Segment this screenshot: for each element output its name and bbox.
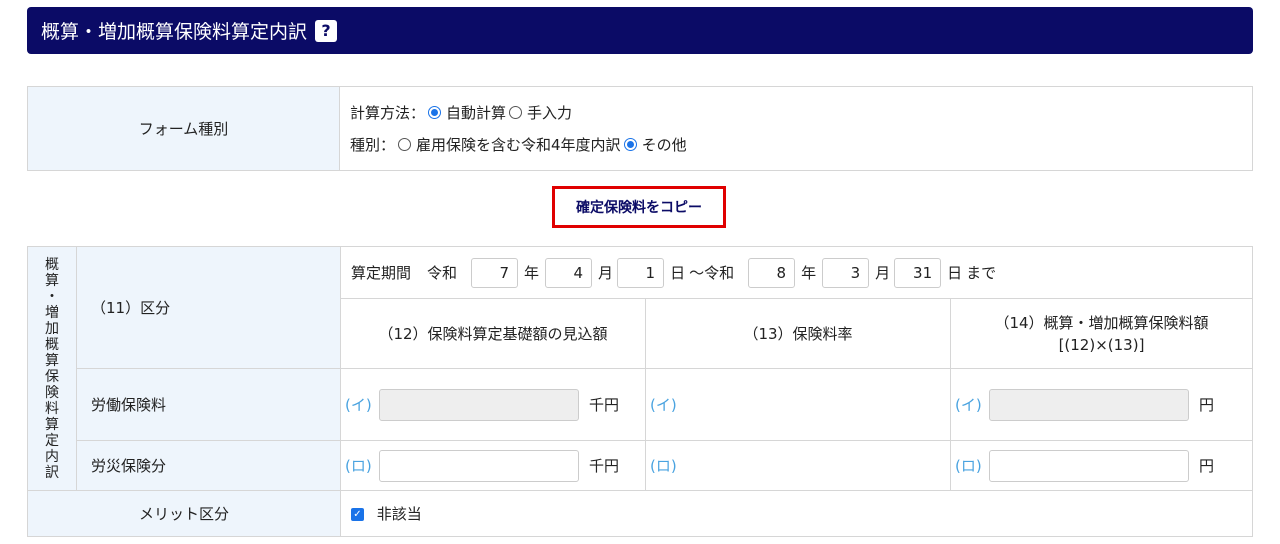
mark-ro: (ロ) [650, 457, 677, 475]
accident-base-cell: (ロ) 千円 [340, 440, 646, 491]
type-other-radio[interactable] [623, 138, 637, 151]
start-year-input[interactable]: 7 [471, 257, 519, 288]
accident-amount-cell: (ロ) 円 [950, 440, 1253, 491]
mark-ro: (ロ) [955, 457, 982, 475]
section-header: 概算・増加概算保険料算定内訳 ? [27, 7, 1253, 54]
day-unit: 日 [947, 264, 963, 282]
accident-premium-label: 労災保険分 [76, 440, 341, 491]
merit-table: メリット区分 ✓ 非該当 [27, 490, 1253, 537]
help-icon[interactable]: ? [315, 19, 338, 42]
end-year-input[interactable]: 8 [748, 257, 796, 288]
auto-calc-label[interactable]: 自動計算 [446, 102, 506, 123]
mark-ro: (ロ) [345, 457, 372, 475]
start-day-input[interactable]: 1 [617, 257, 665, 288]
col12-header: （12）保険料算定基礎額の見込額 [340, 298, 646, 369]
labor-rate-cell: (イ) [645, 368, 951, 441]
calc-method-label: 計算方法： [350, 104, 426, 122]
month-unit: 月 [875, 264, 891, 282]
accident-amount-input[interactable] [989, 449, 1189, 482]
not-applicable-checkbox[interactable]: ✓ [351, 508, 364, 521]
form-type-label: フォーム種別 [27, 86, 340, 171]
labor-amount-cell: (イ) 円 [950, 368, 1253, 441]
breakdown-vertical-label: 概 算 ・ 増 加 概 算 保 険 料 算 定 内 訳 [27, 246, 77, 491]
period-until: まで [966, 264, 997, 282]
period-separator: ～令和 [689, 264, 735, 282]
form-type-options: 計算方法： 自動計算 手入力 種別： 雇用保険を含む令和4年度内訳 その他 [339, 86, 1253, 171]
breakdown-table: 概 算 ・ 増 加 概 算 保 険 料 算 定 内 訳 （11）区分 算定期間 … [27, 246, 1253, 491]
labor-amount-input[interactable] [989, 388, 1189, 421]
type-other-label[interactable]: その他 [642, 134, 687, 155]
mark-i: (イ) [650, 396, 677, 414]
accident-base-input[interactable] [379, 449, 579, 482]
end-day-input[interactable]: 31 [894, 257, 942, 288]
end-month-input[interactable]: 3 [822, 257, 870, 288]
not-applicable-label[interactable]: 非該当 [377, 505, 422, 523]
start-month-input[interactable]: 4 [545, 257, 593, 288]
labor-base-input[interactable] [379, 388, 579, 421]
merit-options: ✓ 非該当 [340, 490, 1253, 537]
division-label: （11）区分 [76, 246, 341, 369]
unit-yen: 円 [1199, 457, 1215, 475]
manual-input-label[interactable]: 手入力 [527, 102, 572, 123]
era-label: 令和 [427, 264, 458, 282]
labor-base-cell: (イ) 千円 [340, 368, 646, 441]
copy-confirmed-premium-button[interactable]: 確定保険料をコピー [552, 186, 726, 228]
mark-i: (イ) [955, 396, 982, 414]
type-row: 種別： 雇用保険を含む令和4年度内訳 その他 [350, 133, 1252, 157]
auto-calc-radio[interactable] [428, 106, 442, 119]
month-unit: 月 [598, 264, 614, 282]
year-unit: 年 [524, 264, 540, 282]
unit-yen: 円 [1199, 396, 1215, 414]
type-label: 種別： [350, 136, 396, 154]
type-r4-label[interactable]: 雇用保険を含む令和4年度内訳 [416, 134, 621, 155]
accident-rate-cell: (ロ) [645, 440, 951, 491]
unit-thousand-yen: 千円 [589, 396, 620, 414]
form-type-table: フォーム種別 計算方法： 自動計算 手入力 種別： 雇用保険を含む令和4年度内訳… [27, 86, 1253, 171]
day-unit: 日 [670, 264, 686, 282]
year-unit: 年 [801, 264, 817, 282]
mark-i: (イ) [345, 396, 372, 414]
col14-header: （14）概算・増加概算保険料額 [(12)×(13)] [950, 298, 1253, 369]
unit-thousand-yen: 千円 [589, 457, 620, 475]
period-label: 算定期間 [351, 264, 412, 282]
manual-input-radio[interactable] [509, 106, 523, 119]
section-title: 概算・増加概算保険料算定内訳 [41, 21, 308, 43]
calc-period: 算定期間 令和 7 年 4 月 1 日 ～令和 8 年 3 月 31 日 まで [340, 246, 1253, 299]
col13-header: （13）保険料率 [645, 298, 951, 369]
calc-method-row: 計算方法： 自動計算 手入力 [350, 101, 1252, 125]
merit-label: メリット区分 [27, 490, 341, 537]
labor-premium-label: 労働保険料 [76, 368, 341, 441]
type-r4-radio[interactable] [398, 138, 412, 151]
